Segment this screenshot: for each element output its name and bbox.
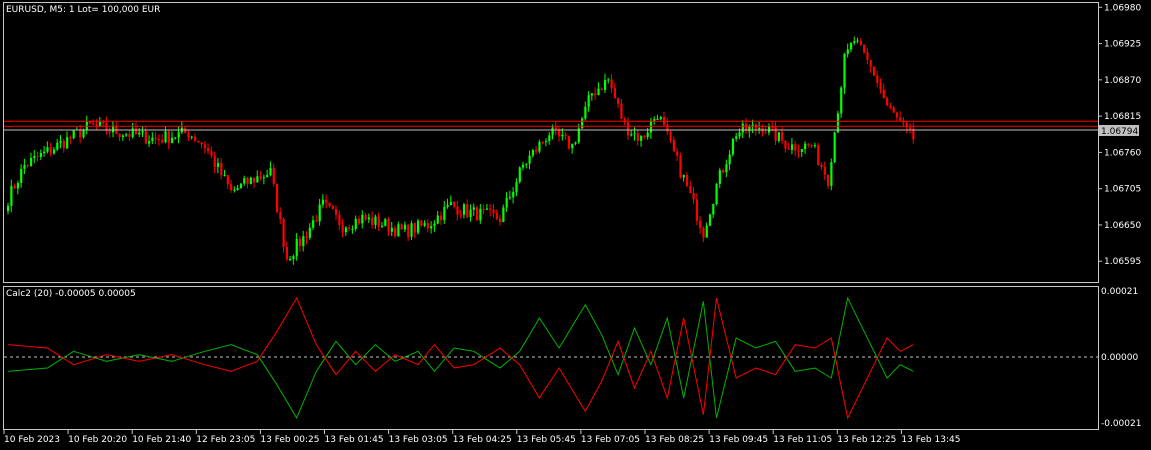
time-tick-label: 13 Feb 05:45 — [517, 435, 576, 445]
current-price-label: 1.06794 — [1101, 127, 1138, 137]
candle — [715, 183, 718, 206]
price-tick-label: 1.06815 — [1104, 112, 1141, 122]
indicator-tick-bottom: -0.00021 — [1101, 419, 1141, 429]
time-tick-label: 10 Feb 2023 — [4, 435, 60, 445]
time-tick-label: 13 Feb 08:25 — [645, 435, 704, 445]
time-tick-label: 13 Feb 00:25 — [260, 435, 319, 445]
time-tick-label: 13 Feb 12:25 — [837, 435, 896, 445]
price-tick-label: 1.06760 — [1104, 148, 1141, 158]
candle — [249, 176, 252, 185]
candle — [679, 152, 682, 179]
candle — [872, 66, 876, 77]
chart-window[interactable]: 1.06980 1.06925 1.06870 1.06815 1.06760 1.067… — [0, 0, 1151, 450]
indicator-label: Calc2 (20) -0.00005 0.00005 — [6, 289, 136, 299]
price-tick-label: 1.06595 — [1104, 257, 1141, 267]
time-tick-label: 13 Feb 09:45 — [709, 435, 768, 445]
candle — [239, 183, 243, 189]
candle — [840, 85, 843, 118]
chart-background — [0, 0, 1151, 450]
candle — [817, 142, 820, 166]
candle — [72, 129, 75, 140]
candle — [417, 218, 420, 235]
price-tick-label: 1.06705 — [1104, 185, 1141, 195]
time-tick-label: 10 Feb 20:20 — [68, 435, 127, 445]
candle — [476, 205, 479, 221]
time-tick-label: 13 Feb 04:25 — [453, 435, 512, 445]
candle — [731, 137, 735, 157]
time-tick-label: 10 Feb 21:40 — [132, 435, 191, 445]
time-tick-label: 12 Feb 23:05 — [196, 435, 255, 445]
time-tick-label: 13 Feb 13:45 — [901, 435, 960, 445]
time-tick-label: 13 Feb 07:05 — [581, 435, 640, 445]
time-tick-label: 13 Feb 03:05 — [389, 435, 448, 445]
price-tick-label: 1.06650 — [1104, 221, 1141, 231]
candle — [567, 135, 571, 151]
candle — [833, 131, 836, 163]
candle — [830, 158, 833, 191]
candle — [708, 213, 712, 227]
candle — [581, 116, 584, 130]
candle — [275, 183, 279, 214]
candle — [518, 166, 521, 184]
indicator-tick-top: 0.00021 — [1101, 287, 1138, 297]
price-tick-label: 1.06980 — [1104, 3, 1141, 13]
time-tick-label: 13 Feb 11:05 — [773, 435, 832, 445]
indicator-tick-zero: 0.00000 — [1101, 353, 1138, 363]
price-tick-label: 1.06870 — [1104, 76, 1141, 86]
price-tick-label: 1.06925 — [1104, 40, 1141, 50]
symbol-label: EURUSD, M5: 1 Lot= 100,000 EUR — [6, 5, 160, 15]
time-tick-label: 13 Feb 01:45 — [325, 435, 384, 445]
